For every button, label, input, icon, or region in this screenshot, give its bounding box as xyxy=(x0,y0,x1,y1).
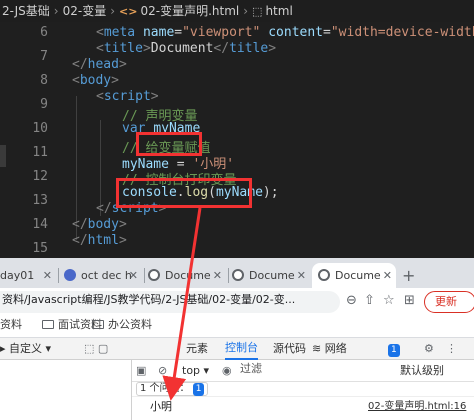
close-icon[interactable]: ✕ xyxy=(297,263,306,288)
levels-dropdown[interactable]: 默认级别 xyxy=(400,360,444,382)
close-icon[interactable]: ✕ xyxy=(383,263,392,288)
code-line[interactable]: <script> xyxy=(96,89,159,104)
tab-divider xyxy=(228,268,229,283)
tab-network[interactable]: ≋ 网络 xyxy=(312,338,347,360)
issues-link[interactable]: 1 个问题： 1 xyxy=(136,382,209,396)
breadcrumb-item[interactable]: 02-变量 xyxy=(63,4,107,18)
device-toolbar[interactable]: ▸ 自定义 ▾ xyxy=(0,338,51,360)
folder-icon xyxy=(92,320,104,329)
close-icon[interactable]: ✕ xyxy=(43,263,52,288)
breadcrumb-item[interactable]: html xyxy=(265,4,292,18)
console-output: 小明 xyxy=(150,400,172,413)
line-number: 12 xyxy=(32,169,48,184)
close-icon[interactable]: ✕ xyxy=(129,263,138,288)
code-line[interactable]: </html> xyxy=(72,233,127,248)
eye-icon[interactable]: ◉ xyxy=(222,360,232,382)
share-icon[interactable]: ⇧ xyxy=(364,293,375,308)
clear-console-icon[interactable]: ⊘ xyxy=(158,360,167,382)
tab-divider xyxy=(144,268,145,283)
html-file-icon: <> xyxy=(119,5,138,18)
bookmark-item[interactable]: 办公资料 xyxy=(92,316,152,338)
tab-elements[interactable]: 元素 xyxy=(186,338,208,360)
browser-tab[interactable]: day01 ✕ xyxy=(0,263,56,288)
breadcrumb: 2-JS基础 › 02-变量 › <> 02-变量声明.html › ⬚ html xyxy=(0,0,474,22)
update-button[interactable]: 更新 xyxy=(424,291,474,313)
line-number: 11 xyxy=(32,145,48,160)
gutter-marker xyxy=(0,145,6,167)
tab-bar: day01 ✕ oct dec h ✕ Docume ✕ Docume ✕ Docume… xyxy=(0,258,474,288)
line-number: 15 xyxy=(32,241,48,256)
inspect-icon[interactable]: ⬚ ▢ xyxy=(84,338,108,360)
tab-sources[interactable]: 源代码 xyxy=(273,338,306,360)
chevron-right-icon: › xyxy=(53,4,59,18)
breadcrumb-item[interactable]: 2-JS基础 xyxy=(2,4,50,18)
globe-icon xyxy=(318,269,330,281)
filter-input[interactable]: 过滤 xyxy=(240,360,360,382)
line-number: 8 xyxy=(40,73,48,88)
tab-console[interactable]: 控制台 xyxy=(225,338,258,360)
line-number: 13 xyxy=(32,193,48,208)
more-icon[interactable]: ⋮ xyxy=(446,338,457,360)
bookmarks-bar: 资料 面试资料 办公资料 xyxy=(0,316,474,338)
new-tab-button[interactable]: + xyxy=(402,263,422,288)
browser-window: day01 ✕ oct dec h ✕ Docume ✕ Docume ✕ Docume… xyxy=(0,258,474,420)
browser-tab[interactable]: oct dec h ✕ xyxy=(64,263,142,288)
globe-icon xyxy=(148,269,160,281)
chevron-right-icon: › xyxy=(110,4,116,18)
sidebar-toggle-icon[interactable]: ▣ xyxy=(136,360,146,382)
star-icon[interactable]: ☆ xyxy=(383,293,395,308)
browser-tab[interactable]: Docume ✕ xyxy=(232,263,310,288)
extensions-icon[interactable]: ⊞ xyxy=(404,293,415,308)
globe-icon xyxy=(232,269,244,281)
folder-icon xyxy=(42,320,54,329)
output-highlight-box xyxy=(136,132,202,156)
code-line[interactable]: <meta name="viewport" content="width=dev… xyxy=(96,25,474,40)
bookmark-item[interactable]: 资料 xyxy=(0,316,22,338)
gear-icon[interactable]: ⚙ xyxy=(424,338,434,360)
tab-divider xyxy=(58,268,59,283)
zoom-icon[interactable]: ⊖ xyxy=(346,293,357,308)
close-icon[interactable]: ✕ xyxy=(213,263,222,288)
context-selector[interactable]: top ▾ xyxy=(182,360,209,382)
address-bar[interactable]: 资料/Javascript编程/JS教学代码/2-JS基础/02-变量/02-变… xyxy=(0,291,340,313)
chevron-right-icon: › xyxy=(243,4,249,18)
code-line[interactable]: </body> xyxy=(72,217,127,232)
code-editor[interactable]: 2-JS基础 › 02-变量 › <> 02-变量声明.html › ⬚ html 6 7 8 … xyxy=(0,0,474,258)
code-line[interactable]: </head> xyxy=(72,57,127,72)
html-tag-icon: ⬚ xyxy=(252,5,263,18)
source-link[interactable]: 02-变量声明.html:16 xyxy=(368,397,466,417)
line-number: 9 xyxy=(40,97,48,112)
dock-icon[interactable]: ▸ xyxy=(0,342,9,355)
tab-favicon-icon xyxy=(64,269,76,281)
line-number: 6 xyxy=(40,25,48,40)
line-number: 14 xyxy=(32,217,48,232)
code-line[interactable]: <body> xyxy=(72,73,119,88)
address-row: 资料/Javascript编程/JS教学代码/2-JS基础/02-变量/02-变… xyxy=(0,288,474,316)
wifi-icon: ≋ xyxy=(312,342,325,355)
issues-badge[interactable]: 1 xyxy=(388,338,400,360)
breadcrumb-item[interactable]: 02-变量声明.html xyxy=(140,4,239,18)
browser-tab[interactable]: Docume ✕ xyxy=(148,263,226,288)
browser-tab-active[interactable]: Docume ✕ xyxy=(312,263,396,288)
line-number: 10 xyxy=(32,121,48,136)
code-line[interactable]: <title>Document</title> xyxy=(96,41,276,56)
line-number: 7 xyxy=(40,49,48,64)
highlight-box xyxy=(116,178,252,208)
